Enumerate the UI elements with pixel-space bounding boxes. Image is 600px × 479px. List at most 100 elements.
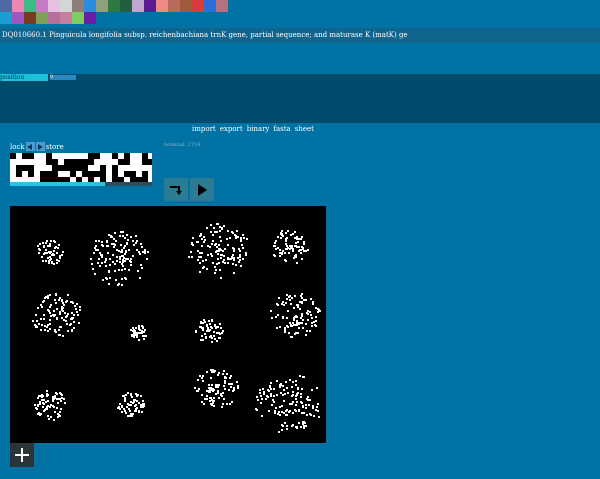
fractal-pixel [212,262,214,264]
palette-swatch[interactable] [96,0,108,12]
fractal-pixel [216,223,218,225]
palette-swatch[interactable] [108,0,120,12]
fractal-pixel [47,415,49,417]
lock-label[interactable]: lock [10,143,25,151]
fractal-pixel [119,403,121,405]
menu-export[interactable]: export [220,125,243,133]
fractal-pixel [127,415,129,417]
fractal-pixel [117,284,119,286]
fractal-pixel [289,379,291,381]
position-value[interactable]: 0 [50,75,76,80]
fractal-pixel [296,236,298,238]
prev-button[interactable] [25,142,35,151]
fractal-pixel [302,421,304,423]
fractal-pixel [32,320,34,322]
fractal-pixel [125,258,127,260]
fractal-pixel [121,251,123,253]
fractal-pixel [303,241,305,243]
fractal-pixel [300,426,302,428]
palette-swatch[interactable] [36,0,48,12]
fractal-pixel [281,234,283,236]
palette-swatch[interactable] [36,12,48,24]
fractal-pixel [222,373,224,375]
fractal-pixel [188,256,190,258]
fractal-canvas[interactable] [10,206,326,443]
palette-swatch[interactable] [48,12,60,24]
fractal-pixel [222,330,224,332]
next-button[interactable] [35,142,45,151]
fractal-pixel [212,400,214,402]
fractal-pixel [132,402,134,404]
fractal-pixel [49,312,51,314]
fractal-pixel [141,325,143,327]
fractal-pixel [293,324,295,326]
palette-swatch[interactable] [216,0,228,12]
palette-swatch[interactable] [204,0,216,12]
fractal-pixel [133,399,135,401]
store-label[interactable]: store [46,143,64,151]
fractal-pixel [268,410,270,412]
palette-swatch[interactable] [12,12,24,24]
palette-swatch[interactable] [192,0,204,12]
palette-swatch[interactable] [0,12,12,24]
fractal-pixel [302,319,304,321]
palette-swatch[interactable] [24,0,36,12]
fractal-pixel [140,264,142,266]
fractal-pixel [308,404,310,406]
fractal-pixel [214,325,216,327]
fractal-pixel [124,399,126,401]
palette-swatch[interactable] [120,0,132,12]
fractal-pixel [310,298,312,300]
step-button[interactable] [164,178,188,201]
fractal-pixel [52,398,54,400]
fractal-pixel [203,403,205,405]
menu-sheet[interactable]: sheet [295,125,314,133]
fractal-pixel [210,377,212,379]
palette-swatch[interactable] [144,0,156,12]
fractal-pixel [245,254,247,256]
menu-fasta[interactable]: fasta [273,125,290,133]
palette-swatch[interactable] [132,0,144,12]
palette-swatch[interactable] [84,0,96,12]
palette-swatch[interactable] [72,0,84,12]
fractal-pixel [191,243,193,245]
fractal-pixel [201,327,203,329]
palette-swatch[interactable] [84,12,96,24]
menu-import[interactable]: import [192,125,216,133]
palette-swatch[interactable] [0,0,12,12]
play-button[interactable] [190,178,214,201]
fractal-pixel [279,326,281,328]
fractal-pixel [67,330,69,332]
palette-swatch[interactable] [24,12,36,24]
palette-swatch[interactable] [72,12,84,24]
palette-swatch[interactable] [12,0,24,12]
fractal-pixel [146,258,148,260]
bitmap-cell [28,171,34,177]
fractal-pixel [138,251,140,253]
fractal-pixel [46,395,48,397]
menu-binary[interactable]: binary [247,125,270,133]
fractal-pixel [317,308,319,310]
fractal-pixel [300,252,302,254]
fractal-pixel [273,395,275,397]
palette-swatch[interactable] [60,0,72,12]
add-button[interactable] [10,443,34,467]
palette-swatch[interactable] [180,0,192,12]
fractal-pixel [110,235,112,237]
fractal-pixel [256,396,258,398]
fractal-pixel [292,412,294,414]
palette-swatch[interactable] [156,0,168,12]
fractal-pixel [38,395,40,397]
fractal-pixel [77,314,79,316]
sequence-bitmap[interactable] [10,153,152,182]
fractal-pixel [200,256,202,258]
fractal-pixel [38,252,40,254]
palette-swatch[interactable] [48,0,60,12]
fractal-pixel [291,403,293,405]
palette-swatch[interactable] [60,12,72,24]
fractal-pixel [282,385,284,387]
palette-swatch[interactable] [168,0,180,12]
palette-row-1 [0,0,250,12]
fractal-pixel [216,250,218,252]
nominal-readout: nominal: 2719 [164,142,201,148]
